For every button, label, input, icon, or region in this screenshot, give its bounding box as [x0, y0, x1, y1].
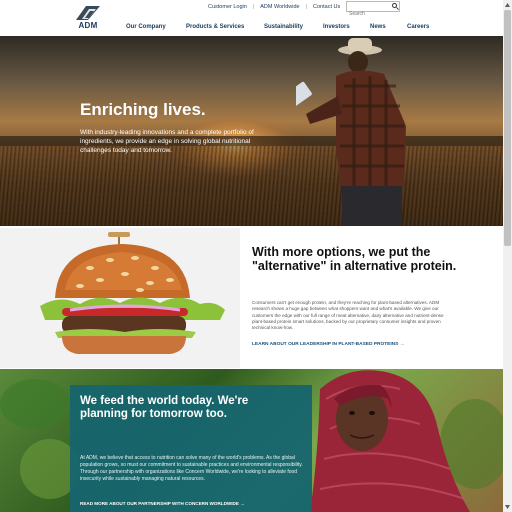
farmer-with-tablet-image	[296, 38, 406, 226]
search-input[interactable]	[347, 9, 389, 19]
woman-portrait-image	[310, 370, 470, 512]
customer-login-link[interactable]: Customer Login	[208, 4, 247, 10]
nav-sustainability[interactable]: Sustainability	[264, 24, 303, 30]
main-nav: Our Company Products & Services Sustaina…	[0, 24, 503, 34]
contact-us-link[interactable]: Contact Us	[313, 4, 340, 10]
search-box	[346, 1, 400, 19]
hero-title: Enriching lives.	[80, 100, 206, 119]
utility-links: Customer Login | ADM Worldwide | Contact…	[208, 2, 340, 12]
concern-worldwide-link-label: READ MORE ABOUT OUR PARTNERSHIP WITH CON…	[80, 501, 239, 506]
vertical-scrollbar[interactable]	[503, 0, 512, 512]
page: ADM Customer Login | ADM Worldwide | Con…	[0, 0, 503, 512]
plant-based-burger-image	[40, 232, 225, 354]
site-header: ADM Customer Login | ADM Worldwide | Con…	[0, 0, 503, 37]
concern-worldwide-link[interactable]: READ MORE ABOUT OUR PARTNERSHIP WITH CON…	[80, 501, 245, 506]
nav-our-company[interactable]: Our Company	[126, 24, 166, 30]
separator: |	[252, 4, 255, 10]
feed-title: We feed the world today. We're planning …	[80, 395, 249, 420]
scrollbar-thumb[interactable]	[504, 10, 511, 246]
nav-products-services[interactable]: Products & Services	[186, 24, 244, 30]
plant-protein-link[interactable]: LEARN ABOUT OUR LEADERSHIP IN PLANT-BASE…	[252, 342, 404, 347]
plant-protein-section: With more options, we put the "alternati…	[0, 228, 503, 368]
arrow-right-icon: →	[399, 342, 405, 347]
arrow-right-icon: →	[240, 501, 245, 506]
feed-card: We feed the world today. We're planning …	[70, 385, 312, 512]
search-icon[interactable]	[392, 3, 397, 8]
burger-image-panel	[0, 228, 240, 368]
feed-text: At ADM, we believe that access to nutrit…	[80, 455, 303, 482]
hero-text: With industry-leading innovations and a …	[80, 129, 254, 154]
nav-investors[interactable]: Investors	[323, 24, 350, 30]
hero-banner: Enriching lives. With industry-leading i…	[0, 36, 503, 226]
adm-worldwide-link[interactable]: ADM Worldwide	[260, 4, 299, 10]
plant-protein-link-label: LEARN ABOUT OUR LEADERSHIP IN PLANT-BASE…	[252, 342, 399, 347]
feed-the-world-section: We feed the world today. We're planning …	[0, 369, 503, 512]
nav-careers[interactable]: Careers	[407, 24, 429, 30]
nav-news[interactable]: News	[370, 24, 386, 30]
protein-title: With more options, we put the "alternati…	[252, 245, 457, 273]
background-foliage	[0, 379, 70, 429]
scroll-down-arrow-icon[interactable]	[504, 503, 511, 511]
protein-text: Consumers can't get enough protein, and …	[252, 300, 444, 331]
wheat-field	[0, 146, 503, 226]
logo-leaf-icon	[76, 6, 100, 20]
separator: |	[305, 4, 308, 10]
scroll-up-arrow-icon[interactable]	[504, 1, 511, 9]
